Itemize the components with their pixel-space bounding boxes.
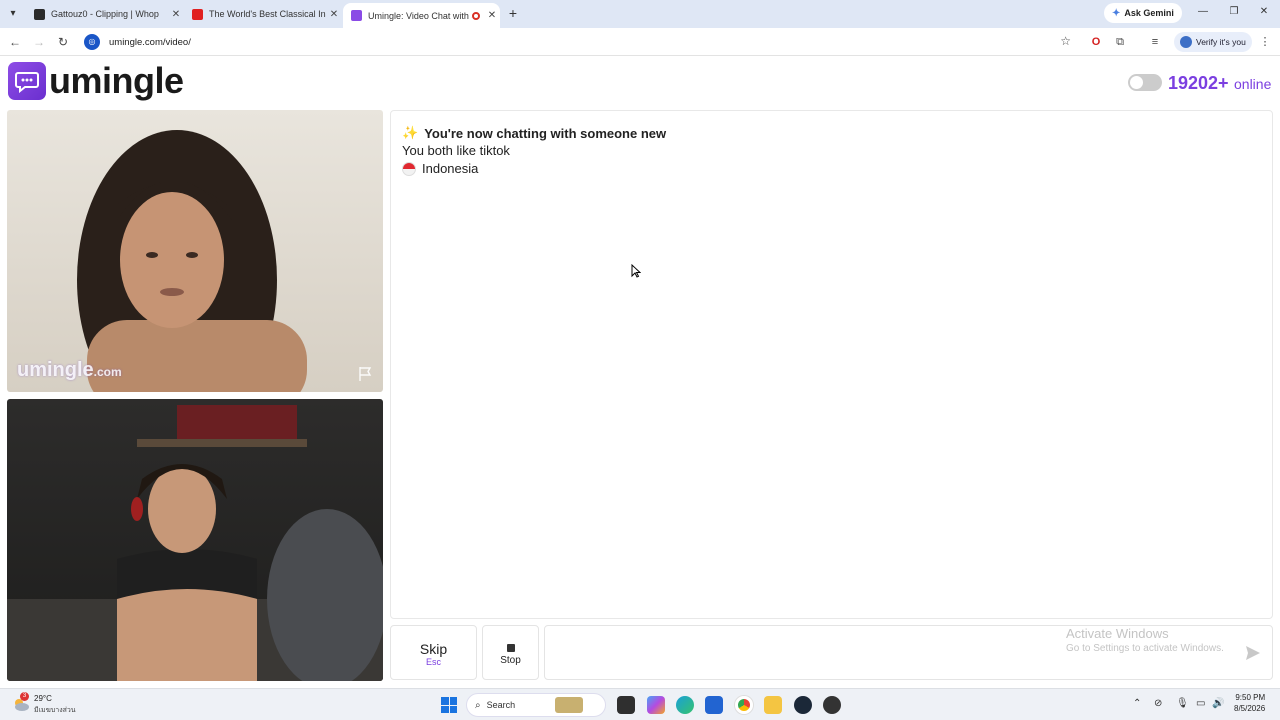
weather-notification-badge: 3 (20, 692, 29, 701)
verify-label: Verify it's you (1196, 37, 1246, 47)
skip-label: Skip (419, 641, 448, 657)
steam-icon[interactable] (794, 696, 812, 714)
search-icon: ⌕ (475, 699, 481, 711)
online-count: 19202+ (1168, 73, 1229, 93)
ask-gemini-label: Ask Gemini (1124, 8, 1174, 18)
taskbar-search[interactable]: ⌕ Search (466, 693, 606, 717)
forward-arrow-icon[interactable]: → (31, 34, 47, 50)
network-icon[interactable]: ⊘ (1154, 698, 1162, 709)
site-logo-text[interactable]: umingle (49, 60, 184, 102)
url-text: umingle.com/video/ (109, 36, 191, 48)
online-label: online (1234, 76, 1272, 92)
chat-system-header: ✨ You're now chatting with someone new (402, 125, 666, 141)
close-tab-icon[interactable]: ✕ (168, 9, 184, 20)
watermark-suffix: .com (93, 365, 122, 379)
volume-icon[interactable]: 🔊 (1212, 698, 1224, 709)
self-person-image (7, 405, 383, 681)
file-explorer-icon[interactable] (764, 696, 782, 714)
mouse-cursor-icon (631, 264, 641, 278)
browser-menu-kebab-icon[interactable]: ⋮ (1257, 34, 1273, 50)
stranger-person-image (77, 130, 307, 392)
watermark-main: umingle (17, 359, 94, 381)
address-bar[interactable]: ◎ umingle.com/video/ ☆ (80, 31, 1075, 53)
stop-button[interactable]: Stop (482, 625, 539, 680)
shared-interest-text: You both like tiktok (402, 143, 510, 158)
stop-label: Stop (500, 655, 521, 666)
new-tab-plus-icon[interactable]: + (505, 5, 521, 21)
stranger-video: umingle.com (7, 110, 383, 392)
taskbar-clock[interactable]: 9:50 PM 8/5/2026 (1234, 693, 1265, 713)
browser-tab-strip: ▾ Gattouz0 - Clipping | Whop ✕ The World… (0, 0, 1280, 28)
tab-search-dropdown-icon[interactable]: ▾ (5, 6, 21, 22)
theme-toggle[interactable] (1128, 74, 1162, 91)
self-video (7, 399, 383, 681)
umingle-watermark: umingle.com (17, 359, 122, 382)
close-tab-icon[interactable]: ✕ (484, 10, 500, 21)
indonesia-flag-icon (402, 161, 416, 176)
activate-windows-title: Activate Windows (1066, 626, 1169, 641)
temperature: 29°C (34, 694, 52, 703)
tab-title: The World's Best Classical Instru (209, 9, 326, 19)
microphone-icon[interactable]: 🎙 (1176, 698, 1189, 709)
close-tab-icon[interactable]: ✕ (326, 9, 342, 20)
umingle-logo-icon[interactable] (8, 62, 46, 100)
tab-umingle[interactable]: Umingle: Video Chat with S ✕ (343, 3, 500, 28)
tab-whop[interactable]: Gattouz0 - Clipping | Whop ✕ (26, 3, 184, 25)
activate-windows-subtitle: Go to Settings to activate Windows. (1066, 643, 1224, 654)
recording-indicator-icon (472, 11, 480, 20)
tab-youtube[interactable]: The World's Best Classical Instru ✕ (184, 3, 342, 25)
skip-button[interactable]: Skip Esc (390, 625, 477, 680)
chat-header-text: You're now chatting with someone new (424, 125, 667, 141)
sparkle-icon: ✨ (402, 125, 419, 140)
task-view-icon[interactable] (617, 696, 635, 714)
opera-extension-icon[interactable]: O (1088, 34, 1104, 50)
close-window-icon[interactable]: ✕ (1256, 6, 1272, 17)
copilot-icon[interactable] (647, 696, 665, 714)
gemini-sparkle-icon: ✦ (1112, 7, 1121, 19)
tray-overflow-chevron-icon[interactable]: ⌃ (1133, 698, 1141, 709)
whop-favicon-icon (34, 8, 45, 20)
edge-icon[interactable] (676, 696, 694, 714)
tab-title: Gattouz0 - Clipping | Whop (51, 9, 159, 19)
send-icon[interactable] (1244, 644, 1262, 662)
stranger-country: Indonesia (402, 161, 478, 176)
restore-icon[interactable]: ❐ (1226, 6, 1242, 17)
youtube-favicon-icon (192, 8, 203, 20)
clock-date: 8/5/2026 (1234, 704, 1266, 713)
stop-square-icon (506, 644, 515, 652)
bookmark-star-icon[interactable]: ☆ (1060, 34, 1071, 48)
display-icon[interactable]: ▭ (1196, 698, 1205, 709)
clock-time: 9:50 PM (1235, 693, 1266, 702)
umingle-favicon-icon (351, 10, 362, 21)
back-arrow-icon[interactable]: ← (7, 34, 23, 50)
ask-gemini-button[interactable]: ✦ Ask Gemini (1104, 3, 1182, 23)
search-label: Search (486, 700, 516, 710)
chrome-icon[interactable] (735, 696, 753, 714)
chat-log: ✨ You're now chatting with someone new Y… (390, 110, 1273, 619)
windows-start-icon[interactable] (441, 697, 457, 713)
report-flag-icon[interactable] (357, 366, 373, 382)
store-icon[interactable] (705, 696, 723, 714)
search-highlight-icon (555, 697, 584, 713)
minimize-icon[interactable]: — (1195, 6, 1211, 17)
country-name: Indonesia (422, 161, 479, 176)
windows-taskbar: 3 29°C มีเมฆบางส่วน ⌕ Search ⌃ ⊘ 🎙 ▭ 🔊 9… (0, 688, 1280, 720)
reload-icon[interactable]: ↻ (55, 34, 71, 50)
profile-avatar-icon (1180, 36, 1192, 48)
site-info-icon[interactable]: ◎ (84, 34, 100, 50)
browser-toolbar: ← → ↻ ◎ umingle.com/video/ ☆ O ⧉ ≡ Verif… (0, 28, 1280, 56)
verify-profile-button[interactable]: Verify it's you (1174, 32, 1252, 52)
weather-description: มีเมฆบางส่วน (34, 707, 76, 714)
tab-title: Umingle: Video Chat with S (368, 10, 472, 21)
obs-icon[interactable] (823, 696, 841, 714)
skip-shortcut-hint: Esc (425, 657, 441, 667)
media-controls-icon[interactable]: ≡ (1147, 34, 1163, 50)
extensions-puzzle-icon[interactable]: ⧉ (1112, 34, 1128, 50)
